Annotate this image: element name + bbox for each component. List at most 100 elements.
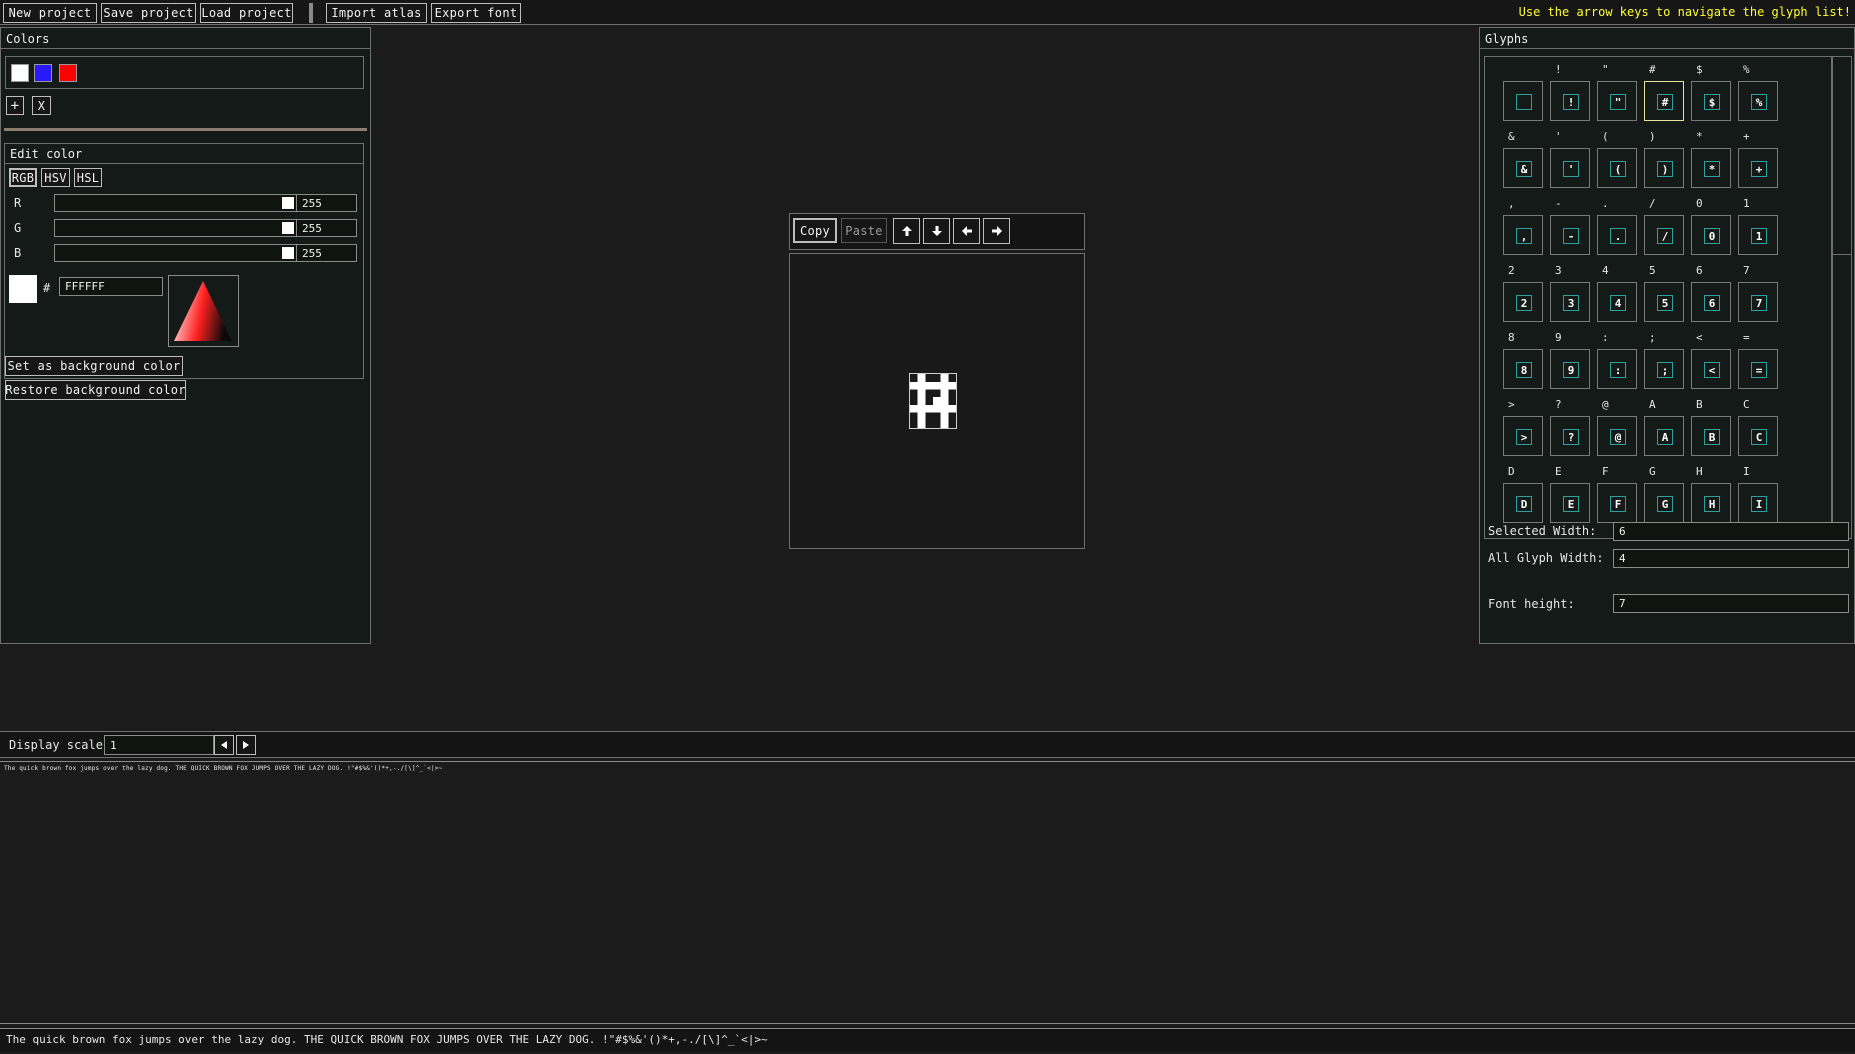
set-background-color-button[interactable]: Set as background color: [5, 356, 183, 376]
glyph-cell[interactable]: 1: [1738, 215, 1778, 255]
swatch-1[interactable]: [34, 64, 52, 82]
mode-hsv-tab[interactable]: HSV: [41, 168, 70, 187]
glyph-scrollbar-thumb[interactable]: [1833, 57, 1851, 255]
selected-width-input[interactable]: 6: [1613, 522, 1849, 541]
channel-r-slider-thumb[interactable]: [282, 197, 294, 209]
glyph-cell[interactable]: G: [1644, 483, 1684, 523]
arrow-down-glyph: [931, 226, 942, 236]
glyph-label: .: [1602, 197, 1609, 210]
glyph-cell[interactable]: $: [1691, 81, 1731, 121]
glyph-pixel-editor[interactable]: [909, 373, 957, 429]
restore-background-color-button[interactable]: Restore background color: [5, 380, 186, 400]
glyph-cell[interactable]: ,: [1503, 215, 1543, 255]
glyph-cell[interactable]: <: [1691, 349, 1731, 389]
glyph-cell[interactable]: ;: [1644, 349, 1684, 389]
glyph-cell[interactable]: @: [1597, 416, 1637, 456]
preview-input-text[interactable]: The quick brown fox jumps over the lazy …: [6, 1033, 768, 1046]
channel-b-slider[interactable]: [54, 244, 297, 262]
glyph-cell[interactable]: E: [1550, 483, 1590, 523]
channel-r-slider[interactable]: [54, 194, 297, 212]
glyph-cell[interactable]: 5: [1644, 282, 1684, 322]
load-project-button[interactable]: Load project: [200, 3, 293, 23]
mode-hsl-tab[interactable]: HSL: [74, 168, 102, 187]
glyph-scrollbar[interactable]: [1832, 56, 1852, 539]
color-triangle-picker[interactable]: [168, 275, 239, 347]
color-triangle-graphic: [174, 281, 232, 341]
glyph-label: A: [1649, 398, 1656, 411]
glyph-cell[interactable]: %: [1738, 81, 1778, 121]
preview-input-bar[interactable]: The quick brown fox jumps over the lazy …: [0, 1028, 1855, 1052]
glyph-cell[interactable]: ?: [1550, 416, 1590, 456]
glyph-cell[interactable]: :: [1597, 349, 1637, 389]
glyph-cell[interactable]: !: [1550, 81, 1590, 121]
glyph-cell[interactable]: 2: [1503, 282, 1543, 322]
export-font-button[interactable]: Export font: [431, 3, 521, 23]
remove-color-button[interactable]: X: [32, 96, 51, 115]
glyph-cell[interactable]: D: [1503, 483, 1543, 523]
glyph-cell[interactable]: ): [1644, 148, 1684, 188]
triangle-left-icon[interactable]: [214, 735, 234, 755]
arrow-left-icon[interactable]: [953, 218, 980, 244]
glyph-cell[interactable]: [1503, 81, 1543, 121]
glyph-cell[interactable]: ': [1550, 148, 1590, 188]
glyph-preview: I: [1751, 496, 1767, 512]
paste-button[interactable]: Paste: [841, 218, 887, 243]
triangle-right-icon[interactable]: [236, 735, 256, 755]
glyph-preview: %: [1751, 94, 1767, 110]
glyph-cell[interactable]: /: [1644, 215, 1684, 255]
hex-input[interactable]: FFFFFF: [59, 277, 163, 296]
glyph-label: 5: [1649, 264, 1656, 277]
font-height-input[interactable]: 7: [1613, 594, 1849, 613]
glyph-cell[interactable]: &: [1503, 148, 1543, 188]
glyph-cell[interactable]: =: [1738, 349, 1778, 389]
import-atlas-button[interactable]: Import atlas: [326, 3, 427, 23]
glyph-cell[interactable]: A: [1644, 416, 1684, 456]
glyph-cell[interactable]: 7: [1738, 282, 1778, 322]
glyph-canvas[interactable]: [789, 253, 1085, 549]
channel-b-slider-thumb[interactable]: [282, 247, 294, 259]
navigation-hint: Use the arrow keys to navigate the glyph…: [1518, 5, 1851, 19]
arrow-right-icon[interactable]: [983, 218, 1010, 244]
glyph-cell[interactable]: 0: [1691, 215, 1731, 255]
glyph-cell[interactable]: #: [1644, 81, 1684, 121]
add-color-button[interactable]: +: [6, 96, 24, 115]
channel-g-slider-thumb[interactable]: [282, 222, 294, 234]
arrow-down-icon[interactable]: [923, 218, 950, 244]
arrow-up-icon[interactable]: [893, 218, 920, 244]
glyph-cell[interactable]: F: [1597, 483, 1637, 523]
channel-r-value[interactable]: 255: [296, 194, 357, 212]
glyph-cell[interactable]: ": [1597, 81, 1637, 121]
glyph-cell[interactable]: (: [1597, 148, 1637, 188]
glyph-grid: !! " " # # $ $%% & & ' ' (()) * * + +,, - -.. / / 0 0 1 1 2 2 3 3 4 4…: [1484, 56, 1832, 539]
channel-b-value[interactable]: 255: [296, 244, 357, 262]
display-scale-input[interactable]: 1: [104, 735, 214, 755]
glyph-cell[interactable]: +: [1738, 148, 1778, 188]
swatch-2[interactable]: [59, 64, 77, 82]
glyph-cell[interactable]: C: [1738, 416, 1778, 456]
glyph-preview: G: [1657, 496, 1673, 512]
glyph-cell[interactable]: B: [1691, 416, 1731, 456]
glyph-cell[interactable]: H: [1691, 483, 1731, 523]
glyph-label: H: [1696, 465, 1703, 478]
glyphs-panel-title: Glyphs: [1485, 32, 1529, 46]
copy-button[interactable]: Copy: [793, 218, 837, 243]
glyph-cell[interactable]: -: [1550, 215, 1590, 255]
glyph-cell[interactable]: .: [1597, 215, 1637, 255]
channel-g-slider[interactable]: [54, 219, 297, 237]
mode-rgb-tab[interactable]: RGB: [9, 168, 37, 187]
channel-g-value[interactable]: 255: [296, 219, 357, 237]
all-glyph-width-input[interactable]: 4: [1613, 549, 1849, 568]
glyph-cell[interactable]: 3: [1550, 282, 1590, 322]
glyph-preview: 4: [1610, 295, 1626, 311]
save-project-button[interactable]: Save project: [101, 3, 196, 23]
glyph-cell[interactable]: 9: [1550, 349, 1590, 389]
glyph-cell[interactable]: *: [1691, 148, 1731, 188]
glyph-preview: .: [1610, 228, 1626, 244]
glyph-cell[interactable]: I: [1738, 483, 1778, 523]
glyph-cell[interactable]: 8: [1503, 349, 1543, 389]
swatch-0[interactable]: [11, 64, 29, 82]
glyph-cell[interactable]: >: [1503, 416, 1543, 456]
new-project-button[interactable]: New project: [3, 3, 97, 23]
glyph-cell[interactable]: 4: [1597, 282, 1637, 322]
glyph-cell[interactable]: 6: [1691, 282, 1731, 322]
